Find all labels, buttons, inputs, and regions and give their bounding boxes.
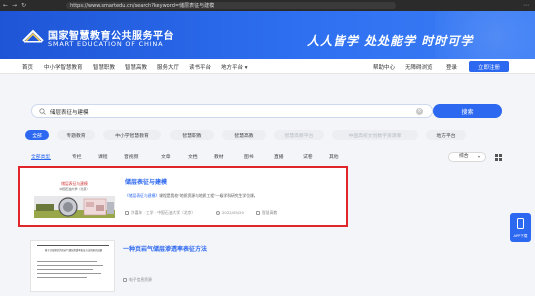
type-live[interactable]: 直播: [274, 153, 284, 160]
category-k12[interactable]: 中小学智慧教育: [103, 130, 161, 140]
course-photo: [34, 196, 115, 218]
thumbnail-rule: [37, 269, 93, 270]
user-icon: [125, 211, 129, 215]
search-box[interactable]: 储层表征与建模 ×: [31, 104, 433, 118]
thumbnail-org: 中国石油大学（北京）: [59, 187, 90, 191]
app-download-button[interactable]: APP下载: [510, 213, 531, 242]
reload-icon[interactable]: ↻: [21, 2, 26, 9]
thumbnail-caption: 基于分形理论的页岩气储层渗透率表征方法的研究进展: [44, 249, 103, 252]
category-all[interactable]: 全部: [25, 130, 49, 140]
nav-login[interactable]: 登录: [446, 63, 457, 71]
thumbnail-rule: [37, 277, 87, 278]
thumbnail-rule: [37, 245, 109, 246]
type-article[interactable]: 文章: [161, 153, 171, 160]
browser-actions: ⋯: [523, 2, 535, 9]
category-higher-edu[interactable]: 智慧高教: [222, 130, 266, 140]
menu-icon[interactable]: ⋯: [523, 2, 529, 9]
nav-higher-edu[interactable]: 智慧高教: [125, 63, 147, 71]
site-banner: 国家智慧教育公共服务平台 SMART EDUCATION OF CHINA 人人…: [0, 11, 535, 59]
chevron-down-icon: ▾: [477, 154, 480, 159]
active-type-indicator: [31, 159, 51, 160]
search-result-card[interactable]: 储层表征与建模 中国石油大学（北京） 储层表征与建模 《储层表征与建模》课程是我…: [18, 166, 348, 227]
result-thumbnail[interactable]: 基于分形理论的页岩气储层渗透率表征方法的研究进展: [30, 240, 115, 292]
nav-service-hall[interactable]: 服务大厅: [157, 63, 179, 71]
result-badge: 智慧高教: [256, 210, 277, 216]
type-exam[interactable]: 试卷: [303, 153, 313, 160]
browser-nav: ← → ↻: [0, 2, 26, 9]
type-other[interactable]: 其他: [329, 153, 339, 160]
thumbnail-rule: [37, 265, 103, 266]
sort-value: 综合: [459, 154, 469, 159]
type-document[interactable]: 文档: [188, 153, 198, 160]
phone-icon: [517, 218, 524, 229]
thumbnail-rule: [37, 261, 97, 262]
app-download-label: APP下载: [513, 234, 528, 238]
nav-help-center[interactable]: 帮助中心: [373, 63, 395, 71]
result-title[interactable]: 储层表征与建模: [125, 177, 167, 186]
site-slogan: 人人皆学 处处能学 时时可学: [307, 34, 474, 48]
main-nav: 首页 中小学智慧教育 智慧职教 智慧高教 服务大厅 读书平台 地方平台 ▾ 帮助…: [0, 59, 535, 74]
description-text: 课程是我校"地质资源与地质工程"一级学科研究生学位课。: [159, 193, 258, 198]
thumbnail-rule: [37, 273, 101, 274]
type-column[interactable]: 专栏: [72, 153, 82, 160]
search-input[interactable]: 储层表征与建模: [50, 108, 89, 116]
result-title[interactable]: 一种页岩气储层渗透率表征方法: [123, 244, 207, 253]
teacher-text: 许嘉年 · 工学 · 中国石油大学（北京）: [131, 210, 196, 215]
category-vocational[interactable]: 智慧职教: [170, 130, 214, 140]
nav-local-platform[interactable]: 地方平台 ▾: [221, 63, 248, 71]
search-button[interactable]: 搜索: [433, 104, 502, 118]
category-topic-education[interactable]: 专题教育: [57, 130, 95, 140]
type-media[interactable]: 音视频: [124, 153, 138, 160]
source-text: 电子信息资源: [129, 277, 152, 282]
date-text: 2022/05/20: [222, 210, 244, 215]
search-icon: [39, 108, 46, 115]
forward-icon[interactable]: →: [12, 2, 17, 9]
result-description: 《储层表征与建模》课程是我校"地质资源与地质工程"一级学科研究生学位课。: [125, 193, 258, 199]
register-button[interactable]: 立即注册: [469, 61, 509, 72]
badge-text: 智慧高教: [262, 210, 278, 215]
search-result-card[interactable]: 基于分形理论的页岩气储层渗透率表征方法的研究进展 一种页岩气储层渗透率表征方法 …: [18, 236, 348, 296]
tag-icon: [256, 211, 260, 215]
nav-k12[interactable]: 中小学智慧教育: [44, 63, 83, 71]
description-keyword: 《储层表征与建模》: [125, 193, 160, 198]
type-course[interactable]: 课程: [98, 153, 108, 160]
address-text: https://www.smartedu.cn/search?keyword=储…: [70, 3, 215, 9]
nav-reading[interactable]: 读书平台: [189, 63, 211, 71]
tag-icon: [123, 278, 127, 282]
site-subtitle: SMART EDUCATION OF CHINA: [48, 40, 164, 48]
result-date: 2022/05/20: [216, 210, 244, 215]
type-textbook[interactable]: 教材: [214, 153, 224, 160]
clear-icon[interactable]: ×: [416, 108, 423, 115]
grid-view-icon[interactable]: [495, 154, 502, 161]
result-source: 电子信息资源: [123, 277, 152, 283]
result-teacher: 许嘉年 · 工学 · 中国石油大学（北京）: [125, 210, 195, 216]
result-thumbnail[interactable]: 储层表征与建模 中国石油大学（北京）: [32, 174, 117, 220]
sort-select[interactable]: 综合 ▾: [448, 152, 486, 162]
category-local-platform[interactable]: 地方平台: [426, 130, 466, 140]
nav-vocational[interactable]: 智慧职教: [93, 63, 115, 71]
nav-accessibility[interactable]: 无障碍浏览: [405, 63, 433, 71]
category-higher-edu-platform[interactable]: 智慧高教平台: [274, 130, 324, 140]
nav-home[interactable]: 首页: [22, 63, 33, 71]
address-bar[interactable]: https://www.smartedu.cn/search?keyword=储…: [66, 2, 397, 9]
category-culture-resources[interactable]: 中国高校文创数字资源库: [332, 130, 418, 140]
type-book[interactable]: 图书: [244, 153, 254, 160]
logo-icon[interactable]: [22, 27, 44, 43]
category-tabs: 全部 专题教育 中小学智慧教育 智慧职教 智慧高教 智慧高教平台 中国高校文创数…: [0, 130, 535, 141]
browser-toolbar: ← → ↻ https://www.smartedu.cn/search?key…: [0, 0, 535, 11]
clock-icon: [216, 210, 220, 215]
back-icon[interactable]: ←: [3, 2, 8, 9]
